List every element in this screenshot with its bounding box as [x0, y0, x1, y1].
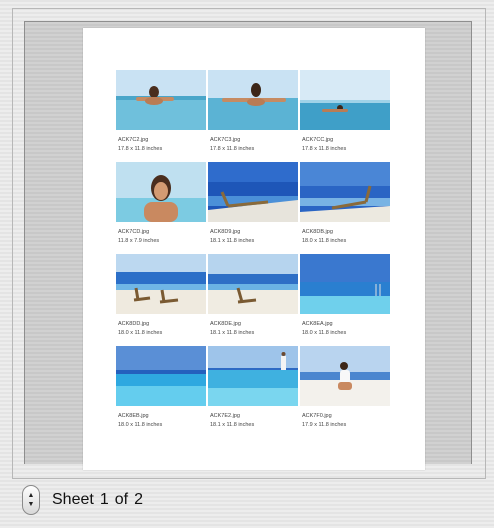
photo-caption: ACK8EA.jpg 18.0 x 11.8 inches — [302, 320, 388, 338]
sheet-navigation: ▲ ▼ Sheet 1 of 2 — [22, 484, 322, 516]
photo-cell[interactable]: ACK8DE.jpg 18.1 x 11.8 inches — [208, 254, 298, 346]
photo-filename: ACK8EB.jpg — [118, 413, 149, 419]
photo-dimensions: 18.1 x 11.8 inches — [210, 422, 255, 428]
photo-filename: ACK8D9.jpg — [210, 229, 241, 235]
photo-thumbnail[interactable] — [300, 254, 390, 314]
sheet-stepper[interactable]: ▲ ▼ — [22, 485, 40, 515]
photo-thumbnail[interactable] — [116, 346, 206, 406]
photo-caption: ACK8D9.jpg 18.1 x 11.8 inches — [210, 228, 296, 246]
photo-dimensions: 17.8 x 11.8 inches — [210, 146, 255, 152]
photo-cell[interactable]: ACK8EA.jpg 18.0 x 11.8 inches — [300, 254, 390, 346]
photo-filename: ACK8DE.jpg — [210, 321, 241, 327]
photo-cell[interactable]: ACK8DD.jpg 18.0 x 11.8 inches — [116, 254, 206, 346]
stepper-up-icon[interactable]: ▲ — [28, 492, 35, 499]
photo-thumbnail[interactable] — [116, 254, 206, 314]
photo-caption: ACK8DE.jpg 18.1 x 11.8 inches — [210, 320, 296, 338]
photo-filename: ACK7F0.jpg — [302, 413, 332, 419]
photo-thumbnail[interactable] — [208, 346, 298, 406]
photo-dimensions: 18.0 x 11.8 inches — [118, 330, 163, 336]
photo-thumbnail[interactable] — [300, 346, 390, 406]
stepper-down-icon[interactable]: ▼ — [28, 501, 35, 508]
photo-caption: ACK7CC.jpg 17.8 x 11.8 inches — [302, 136, 388, 154]
photo-dimensions: 17.8 x 11.8 inches — [302, 146, 347, 152]
photo-thumbnail[interactable] — [300, 162, 390, 222]
photo-thumbnail[interactable] — [116, 70, 206, 130]
photo-thumbnail[interactable] — [208, 162, 298, 222]
photo-caption: ACK7CD.jpg 11.8 x 7.9 inches — [118, 228, 204, 246]
photo-dimensions: 17.9 x 11.8 inches — [302, 422, 347, 428]
photo-caption: ACK7E2.jpg 18.1 x 11.8 inches — [210, 412, 296, 430]
photo-dimensions: 17.8 x 11.8 inches — [118, 146, 163, 152]
photo-thumbnail[interactable] — [116, 162, 206, 222]
photo-cell[interactable]: ACK7E2.jpg 18.1 x 11.8 inches — [208, 346, 298, 438]
photo-dimensions: 11.8 x 7.9 inches — [118, 238, 160, 244]
photo-thumbnail[interactable] — [300, 70, 390, 130]
photo-cell[interactable]: ACK7C2.jpg 17.8 x 11.8 inches — [116, 70, 206, 162]
photo-dimensions: 18.0 x 11.8 inches — [302, 330, 347, 336]
photo-filename: ACK7E2.jpg — [210, 413, 240, 419]
photo-filename: ACK7C2.jpg — [118, 137, 149, 143]
photo-filename: ACK8EA.jpg — [302, 321, 333, 327]
photo-caption: ACK8DD.jpg 18.0 x 11.8 inches — [118, 320, 204, 338]
photo-cell[interactable]: ACK8DB.jpg 18.0 x 11.8 inches — [300, 162, 390, 254]
photo-caption: ACK8EB.jpg 18.0 x 11.8 inches — [118, 412, 204, 430]
photo-cell[interactable]: ACK7CD.jpg 11.8 x 7.9 inches — [116, 162, 206, 254]
photo-filename: ACK8DB.jpg — [302, 229, 333, 235]
photo-caption: ACK7C3.jpg 17.8 x 11.8 inches — [210, 136, 296, 154]
photo-cell[interactable]: ACK8D9.jpg 18.1 x 11.8 inches — [208, 162, 298, 254]
photo-filename: ACK7CC.jpg — [302, 137, 334, 143]
photo-caption: ACK7F0.jpg 17.9 x 11.8 inches — [302, 412, 388, 430]
total-sheets: 2 — [134, 491, 143, 508]
photo-dimensions: 18.0 x 11.8 inches — [302, 238, 347, 244]
photo-dimensions: 18.1 x 11.8 inches — [210, 330, 255, 336]
photo-caption: ACK8DB.jpg 18.0 x 11.8 inches — [302, 228, 388, 246]
photo-filename: ACK7C3.jpg — [210, 137, 241, 143]
photo-cell[interactable]: ACK7F0.jpg 17.9 x 11.8 inches — [300, 346, 390, 438]
contact-sheet-page: ACK7C2.jpg 17.8 x 11.8 inches ACK7C3.jpg 1… — [83, 28, 425, 470]
photo-thumbnail[interactable] — [208, 70, 298, 130]
photo-caption: ACK7C2.jpg 17.8 x 11.8 inches — [118, 136, 204, 154]
photo-cell[interactable]: ACK7C3.jpg 17.8 x 11.8 inches — [208, 70, 298, 162]
of-word: of — [114, 491, 129, 508]
photo-cell[interactable]: ACK8EB.jpg 18.0 x 11.8 inches — [116, 346, 206, 438]
photo-filename: ACK8DD.jpg — [118, 321, 150, 327]
photo-filename: ACK7CD.jpg — [118, 229, 150, 235]
photo-grid: ACK7C2.jpg 17.8 x 11.8 inches ACK7C3.jpg 1… — [116, 70, 390, 438]
photo-cell[interactable]: ACK7CC.jpg 17.8 x 11.8 inches — [300, 70, 390, 162]
photo-dimensions: 18.0 x 11.8 inches — [118, 422, 163, 428]
photo-dimensions: 18.1 x 11.8 inches — [210, 238, 255, 244]
sheet-label: Sheet 1 of 2 — [52, 491, 143, 509]
sheet-word: Sheet — [52, 491, 94, 508]
current-sheet: 1 — [99, 491, 109, 508]
photo-thumbnail[interactable] — [208, 254, 298, 314]
